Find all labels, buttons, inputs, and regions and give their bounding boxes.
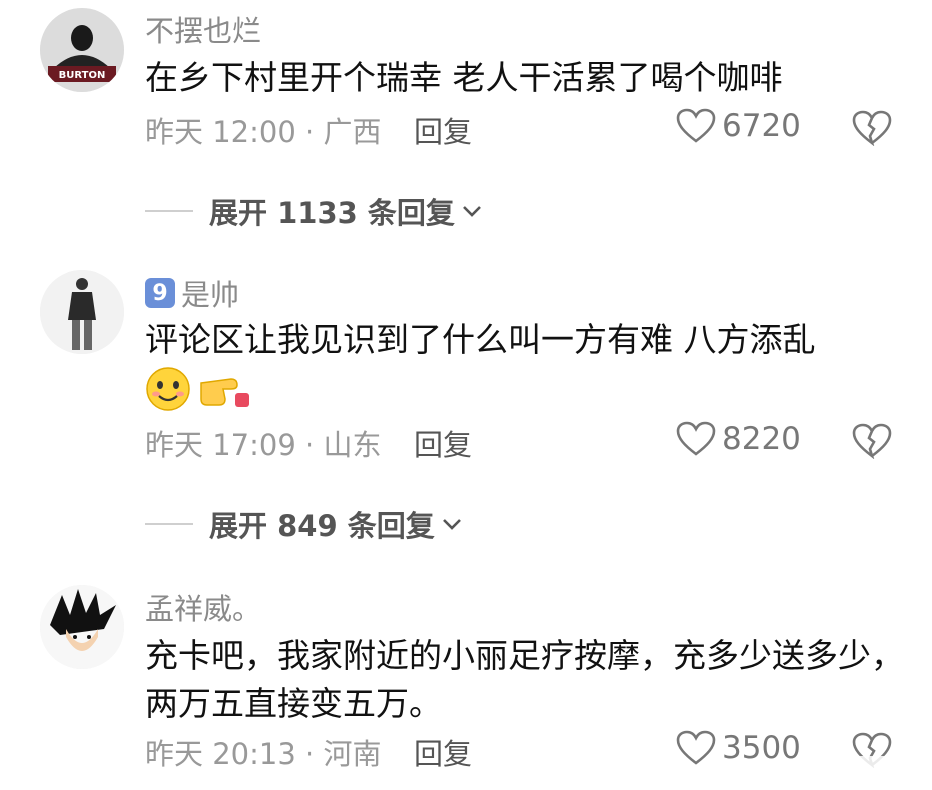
avatar[interactable] — [40, 585, 124, 669]
chevron-down-icon — [442, 519, 461, 530]
avatar[interactable]: BURTON — [40, 8, 124, 92]
smiling-face-emoji — [146, 367, 190, 411]
heart-icon — [676, 730, 716, 765]
chevron-down-icon — [462, 206, 481, 217]
like-button[interactable]: 6720 — [676, 108, 801, 144]
comment-meta: 昨天 17:09 · 山东 — [145, 428, 382, 462]
username[interactable]: 9 是帅 — [145, 272, 239, 314]
reply-button[interactable]: 回复 — [414, 422, 472, 464]
username-text[interactable]: 孟祥威。 — [145, 586, 261, 628]
like-button[interactable]: 3500 — [676, 730, 801, 766]
expand-label: 展开 849 条回复 — [209, 509, 435, 543]
username-text[interactable]: 不摆也烂 — [145, 8, 261, 50]
heart-icon — [676, 108, 716, 143]
watermark-overlay — [808, 756, 926, 782]
like-count: 3500 — [722, 730, 801, 766]
level-badge: 9 — [145, 278, 175, 308]
username[interactable]: 不摆也烂 — [145, 8, 261, 50]
comment-meta: 昨天 20:13 · 河南 — [145, 737, 382, 771]
expand-replies-button[interactable]: 展开 849 条回复 — [145, 503, 463, 545]
avatar-caption: BURTON — [59, 70, 106, 81]
broken-heart-icon[interactable] — [852, 423, 892, 459]
comment-meta: 昨天 12:00 · 广西 — [145, 115, 382, 149]
pointing-right-emoji — [200, 378, 249, 407]
reply-button[interactable]: 回复 — [414, 109, 472, 151]
comment-text: 评论区让我见识到了什么叫一方有难 八方添乱 — [145, 320, 816, 359]
broken-heart-icon[interactable] — [852, 110, 892, 146]
expand-label: 展开 1133 条回复 — [209, 196, 455, 230]
divider-line — [145, 523, 193, 525]
username-text[interactable]: 是帅 — [181, 272, 239, 314]
username[interactable]: 孟祥威。 — [145, 586, 261, 628]
like-count: 8220 — [722, 421, 801, 457]
like-button[interactable]: 8220 — [676, 421, 801, 457]
like-count: 6720 — [722, 108, 801, 144]
divider-line — [145, 210, 193, 212]
avatar[interactable] — [40, 270, 124, 354]
reply-button[interactable]: 回复 — [414, 731, 472, 773]
heart-icon — [676, 421, 716, 456]
expand-replies-button[interactable]: 展开 1133 条回复 — [145, 190, 483, 232]
comment-text: 充卡吧，我家附近的小丽足疗按摩，充多少送多少，两万五直接变五万。 — [145, 636, 904, 723]
emoji-row — [145, 366, 251, 412]
comment-text: 在乡下村里开个瑞幸 老人干活累了喝个咖啡 — [145, 58, 783, 97]
